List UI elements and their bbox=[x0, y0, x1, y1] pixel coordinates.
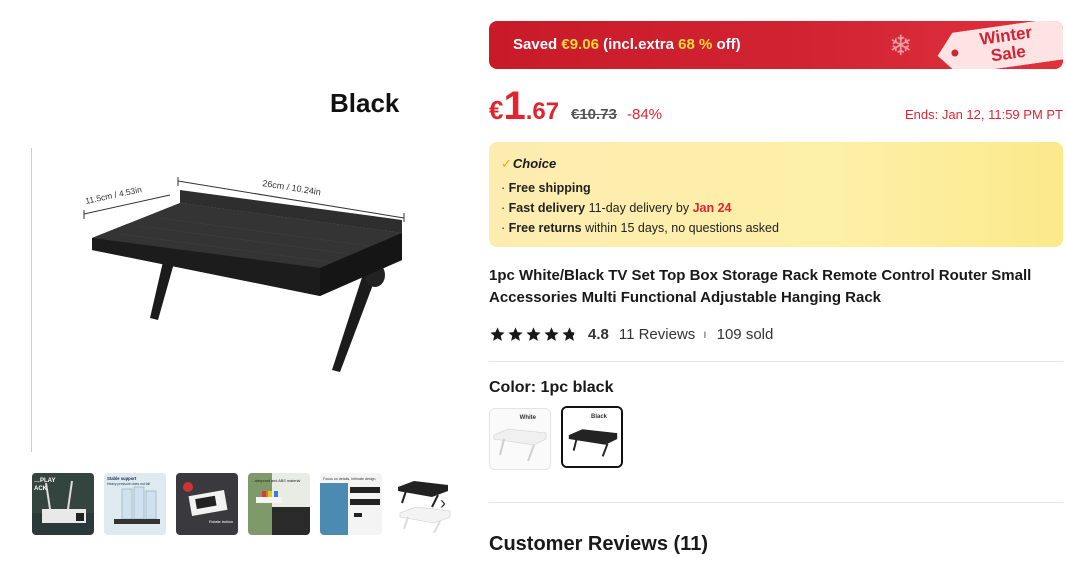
saved-amount: €9.06 bbox=[561, 36, 599, 53]
price-integer: 1 bbox=[503, 84, 526, 128]
choice-label: Choice bbox=[512, 156, 557, 171]
saved-percent: 68 % bbox=[678, 36, 713, 53]
saved-middle: (incl.extra bbox=[598, 36, 679, 53]
swatch-caption: Black bbox=[590, 414, 607, 420]
thumbnail[interactable]: …aterproof and ABS material bbox=[248, 473, 310, 535]
fast-delivery-text: 11-day delivery by bbox=[585, 201, 693, 215]
bullet: · bbox=[501, 221, 506, 235]
savings-banner: Saved €9.06 (incl.extra 68 % off) ❄ Wint… bbox=[489, 21, 1063, 69]
free-returns-text: within 15 days, no questions asked bbox=[581, 221, 779, 235]
bullet: · bbox=[501, 201, 506, 215]
thumbnail[interactable]: Stable support Heavy pressure does not f… bbox=[104, 473, 166, 535]
star-icon bbox=[544, 326, 559, 341]
divider bbox=[489, 502, 1063, 503]
original-price: €10.73 bbox=[571, 106, 617, 123]
thumbnail[interactable]: Rotate button bbox=[176, 473, 238, 535]
star-icon bbox=[490, 326, 505, 341]
swatch-white[interactable]: White bbox=[489, 408, 551, 470]
price-row: €1.67 €10.73 -84% Ends: Jan 12, 11:59 PM… bbox=[489, 84, 1063, 130]
star-rating bbox=[489, 326, 578, 343]
reviews-link[interactable]: 11 Reviews bbox=[619, 326, 695, 343]
star-icon bbox=[526, 326, 541, 341]
free-returns-label: Free returns bbox=[508, 221, 582, 235]
bullet: · bbox=[501, 181, 506, 195]
thumbnail-caption: Focus on details, Intimate design bbox=[323, 477, 376, 481]
swatch-black[interactable]: Black bbox=[561, 406, 623, 468]
thumbnail[interactable]: …PLAY ACK bbox=[32, 473, 94, 535]
thumbnail[interactable]: Focus on details, Intimate design bbox=[320, 473, 382, 535]
benefit-fast-delivery: · Fast delivery 11-day delivery by Jan 2… bbox=[501, 198, 1051, 218]
saved-text: Saved €9.06 (incl.extra 68 % off) bbox=[513, 36, 741, 53]
benefit-free-returns: · Free returns within 15 days, no questi… bbox=[501, 218, 1051, 238]
swatch-caption: White bbox=[519, 415, 536, 421]
winter-sale-tag: Winter Sale bbox=[935, 21, 1063, 69]
thumbnail-caption: Rotate button bbox=[209, 519, 233, 524]
check-icon: ✓ bbox=[501, 156, 512, 171]
snowflake-icon: ❄ bbox=[889, 30, 913, 61]
price-decimal: .67 bbox=[525, 98, 560, 125]
winter-sale-label: Winter Sale bbox=[979, 24, 1036, 67]
separator: ı bbox=[703, 327, 707, 341]
thumbnail-caption: ACK bbox=[34, 486, 48, 492]
current-price: €1.67 bbox=[489, 84, 559, 129]
main-product-image[interactable]: Black 26cm / 10.24in 11.5cm / 4.53in bbox=[30, 78, 460, 452]
customer-reviews-heading: Customer Reviews (11) bbox=[489, 533, 708, 555]
saved-suffix: off) bbox=[712, 36, 741, 53]
free-shipping-label: Free shipping bbox=[508, 181, 591, 195]
thumbnail-caption: Stable support bbox=[107, 476, 137, 481]
thumbnail-caption: …PLAY bbox=[34, 478, 55, 484]
saved-prefix: Saved bbox=[513, 36, 562, 53]
thumbnail-strip: …PLAY ACK Stable support Heavy pressure … bbox=[32, 472, 454, 536]
color-swatches: White Black bbox=[489, 406, 623, 470]
fast-delivery-label: Fast delivery bbox=[508, 201, 586, 215]
sale-end-time: Ends: Jan 12, 11:59 PM PT bbox=[904, 107, 1063, 122]
color-selected-label: Color: 1pc black bbox=[489, 379, 614, 396]
thumbnail-caption: Heavy pressure does not fall bbox=[107, 482, 150, 486]
choice-benefits-box[interactable]: ✓Choice · Free shipping · Fast delivery … bbox=[489, 142, 1063, 247]
chevron-right-icon[interactable]: › bbox=[440, 493, 446, 514]
product-title: 1pc White/Black TV Set Top Box Storage R… bbox=[489, 267, 1032, 306]
fast-delivery-date: Jan 24 bbox=[692, 201, 732, 215]
price-currency: € bbox=[489, 95, 504, 125]
thumbnail-caption: …aterproof and ABS material bbox=[251, 479, 301, 483]
star-icon bbox=[562, 326, 577, 341]
divider bbox=[489, 361, 1063, 362]
shelf-illustration: 26cm / 10.24in 11.5cm / 4.53in bbox=[83, 177, 405, 372]
choice-brand: ✓Choice bbox=[501, 156, 1051, 172]
dimension-width-label: 26cm / 10.24in bbox=[262, 178, 322, 197]
discount-percent: -84% bbox=[627, 106, 663, 123]
rating-row: 4.8 11 Reviews ı 109 sold bbox=[489, 323, 773, 345]
star-icon bbox=[508, 326, 523, 341]
benefit-free-shipping: · Free shipping bbox=[501, 178, 1051, 198]
tag-hole bbox=[951, 49, 959, 57]
sold-count: 109 sold bbox=[716, 325, 774, 343]
rating-score: 4.8 bbox=[588, 325, 609, 343]
